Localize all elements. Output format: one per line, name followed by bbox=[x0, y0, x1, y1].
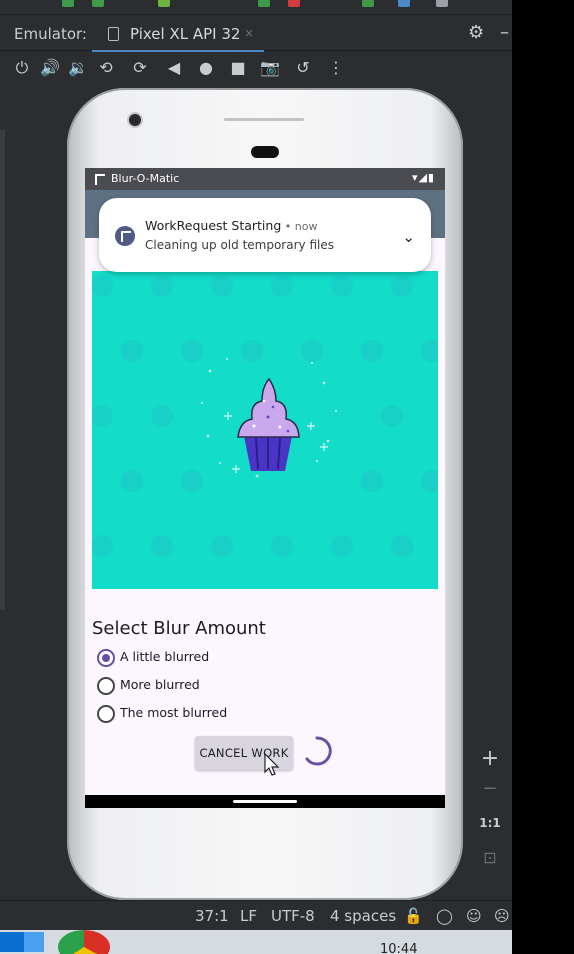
signal-battery-icon: ▾◢▮ bbox=[411, 171, 435, 184]
status-app-name: Blur-O-Matic bbox=[111, 172, 180, 185]
notifications-icon[interactable]: ◯ bbox=[436, 907, 453, 925]
app-notification-icon bbox=[95, 174, 105, 185]
overview-icon[interactable]: ■ bbox=[228, 58, 248, 77]
emulator-toolbar: ⏻ 🔊 🔉 ⟲ ⟳ ◀ ● ■ 📷 ↺ ⋮ bbox=[0, 54, 512, 84]
chrome-icon[interactable] bbox=[58, 930, 110, 954]
proximity-sensor bbox=[251, 146, 279, 158]
zoom-controls: + − 1:1 ⊡ bbox=[470, 740, 512, 880]
indent-setting[interactable]: 4 spaces bbox=[330, 907, 396, 925]
debug-icon[interactable] bbox=[158, 0, 170, 7]
radio-button[interactable] bbox=[97, 705, 115, 723]
device-screen[interactable]: Blur-O-Matic ▾◢▮ WorkRequest Starting • … bbox=[85, 168, 445, 808]
start-icon[interactable] bbox=[0, 932, 24, 952]
cupcake bbox=[237, 377, 300, 471]
tab-label: Pixel XL API 32 bbox=[130, 25, 241, 43]
lock-icon[interactable]: 🔓 bbox=[404, 907, 423, 925]
profile-icon[interactable] bbox=[258, 0, 270, 7]
apply-changes-icon[interactable] bbox=[92, 0, 104, 7]
android-status-bar: Blur-O-Matic ▾◢▮ bbox=[85, 168, 445, 190]
chevron-down-icon[interactable]: ⌄ bbox=[402, 228, 415, 246]
left-tool-strip bbox=[0, 130, 5, 610]
volume-down-icon[interactable]: 🔉 bbox=[68, 58, 88, 77]
avd-manager-icon[interactable] bbox=[398, 0, 410, 7]
sad-face-icon[interactable]: ☹ bbox=[494, 907, 510, 925]
rotate-left-icon[interactable]: ⟲ bbox=[96, 58, 116, 77]
more-icon[interactable]: ⋮ bbox=[326, 58, 346, 77]
search-icon[interactable] bbox=[436, 0, 448, 7]
radio-label: A little blurred bbox=[120, 649, 210, 664]
radio-button[interactable] bbox=[97, 649, 115, 667]
radio-label: The most blurred bbox=[120, 705, 228, 720]
notification-title: WorkRequest Starting • now bbox=[145, 218, 318, 233]
mouse-pointer-icon bbox=[264, 753, 280, 776]
file-encoding[interactable]: UTF-8 bbox=[271, 907, 315, 925]
line-ending[interactable]: LF bbox=[240, 907, 257, 925]
rotate-right-icon[interactable]: ⟳ bbox=[130, 58, 150, 77]
notification-body: Cleaning up old temporary files bbox=[145, 238, 334, 252]
earpiece bbox=[224, 118, 304, 121]
feedback-icon[interactable]: ☺ bbox=[466, 907, 482, 925]
pattern-background bbox=[92, 275, 438, 557]
device-frame: Blur-O-Matic ▾◢▮ WorkRequest Starting • … bbox=[67, 88, 463, 900]
android-studio-window: Emulator: Pixel XL API 32 × ⚙ – ⏻ 🔊 🔉 ⟲ … bbox=[0, 0, 512, 954]
fit-screen-icon[interactable]: ⊡ bbox=[478, 848, 502, 867]
cupcake-image bbox=[92, 271, 438, 589]
run-icon[interactable] bbox=[62, 0, 74, 7]
notification-card[interactable]: WorkRequest Starting • now Cleaning up o… bbox=[99, 198, 431, 272]
zoom-actual-size[interactable]: 1:1 bbox=[478, 816, 502, 830]
emulator-label: Emulator: bbox=[14, 25, 87, 43]
outside-area bbox=[512, 0, 574, 954]
gear-icon[interactable]: ⚙ bbox=[468, 22, 484, 43]
clock: 10:44 bbox=[380, 942, 418, 954]
snapshot-icon[interactable]: ↺ bbox=[293, 58, 313, 77]
minimize-icon[interactable]: – bbox=[500, 22, 509, 43]
gesture-nav-bar bbox=[85, 795, 445, 808]
progress-spinner bbox=[305, 736, 332, 766]
home-icon[interactable]: ● bbox=[196, 58, 216, 77]
taskbar-app-icon[interactable] bbox=[24, 932, 44, 952]
zoom-in-icon[interactable]: + bbox=[478, 746, 502, 771]
device-icon bbox=[108, 27, 119, 41]
radio-label: More blurred bbox=[120, 677, 200, 692]
back-icon[interactable]: ◀ bbox=[164, 58, 184, 77]
cursor-position[interactable]: 37:1 bbox=[195, 907, 229, 925]
os-taskbar: 10:44 bbox=[0, 930, 512, 954]
ide-top-toolbar bbox=[0, 0, 512, 15]
sync-icon[interactable] bbox=[362, 0, 374, 7]
ide-status-bar: 37:1 LF UTF-8 4 spaces 🔓 ◯ ☺ ☹ bbox=[0, 900, 512, 931]
radio-button[interactable] bbox=[97, 677, 115, 695]
notification-time: • now bbox=[281, 220, 318, 233]
power-icon[interactable]: ⏻ bbox=[12, 58, 32, 78]
camera-icon[interactable]: 📷 bbox=[260, 58, 280, 77]
stop-icon[interactable] bbox=[288, 0, 300, 7]
zoom-out-icon[interactable]: − bbox=[478, 778, 502, 799]
tab-pixel-xl[interactable]: Pixel XL API 32 × bbox=[92, 18, 264, 52]
close-icon[interactable]: × bbox=[244, 26, 254, 40]
volume-up-icon[interactable]: 🔊 bbox=[40, 58, 60, 77]
home-gesture-handle[interactable] bbox=[233, 800, 297, 803]
workmanager-icon bbox=[115, 226, 135, 246]
front-camera bbox=[129, 114, 141, 126]
emulator-tab-bar: Emulator: Pixel XL API 32 × ⚙ – bbox=[0, 18, 512, 52]
select-blur-title: Select Blur Amount bbox=[92, 618, 266, 639]
